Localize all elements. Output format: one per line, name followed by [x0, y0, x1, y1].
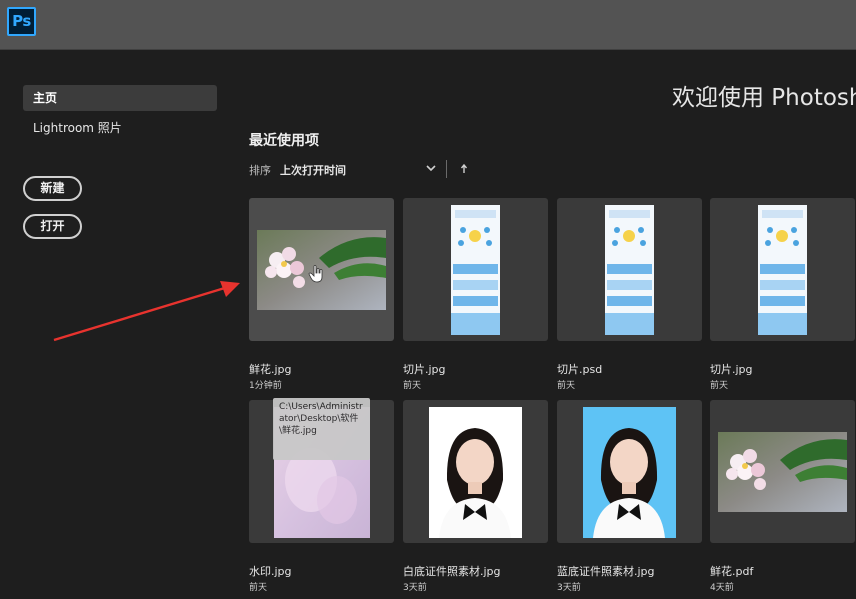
- sort-label: 排序: [249, 164, 271, 177]
- sort-dropdown[interactable]: 上次打开时间: [280, 162, 346, 178]
- top-bar: Ps: [0, 0, 856, 50]
- file-time: 前天: [403, 381, 422, 391]
- flower-pdf-thumbnail: [718, 432, 847, 512]
- file-name: 切片.jpg: [403, 363, 446, 376]
- file-time: 前天: [249, 583, 268, 593]
- file-path-tooltip: C:\Users\Administrator\Desktop\软件\鲜花.jpg: [273, 398, 370, 460]
- file-name: 蓝底证件照素材.jpg: [557, 565, 655, 578]
- recent-file-card[interactable]: [557, 400, 702, 543]
- file-name: 切片.jpg: [710, 363, 753, 376]
- sidebar-item-home[interactable]: 主页: [23, 85, 217, 111]
- blue-id-photo-thumbnail: [583, 407, 676, 538]
- annotation-arrow-icon: [53, 281, 240, 342]
- recent-file-card[interactable]: [403, 400, 548, 543]
- file-name: 水印.jpg: [249, 565, 292, 578]
- recent-file-card[interactable]: [710, 400, 855, 543]
- file-time: 3天前: [557, 583, 581, 593]
- file-name: 切片.psd: [557, 363, 603, 376]
- welcome-title: 欢迎使用 Photoshop: [672, 85, 856, 111]
- recent-title: 最近使用项: [249, 133, 319, 149]
- open-button[interactable]: 打开: [23, 214, 82, 239]
- white-id-photo-thumbnail: [429, 407, 522, 538]
- file-name: 鲜花.jpg: [249, 363, 292, 376]
- infographic-thumbnail: [605, 205, 654, 335]
- file-time: 1分钟前: [249, 381, 282, 391]
- file-time: 前天: [557, 381, 576, 391]
- hand-cursor-icon: [308, 265, 323, 283]
- file-name: 白底证件照素材.jpg: [403, 565, 501, 578]
- sort-divider: [446, 160, 447, 178]
- recent-file-card[interactable]: [557, 198, 702, 341]
- recent-file-card[interactable]: [710, 198, 855, 341]
- photoshop-logo: Ps: [7, 7, 36, 36]
- file-name: 鲜花.pdf: [710, 565, 754, 578]
- sort-direction-icon[interactable]: [458, 162, 470, 176]
- recent-file-card[interactable]: [403, 198, 548, 341]
- infographic-thumbnail: [758, 205, 807, 335]
- new-button[interactable]: 新建: [23, 176, 82, 201]
- infographic-thumbnail: [451, 205, 500, 335]
- file-time: 3天前: [403, 583, 427, 593]
- file-time: 4天前: [710, 583, 734, 593]
- chevron-down-icon[interactable]: [423, 160, 439, 176]
- file-time: 前天: [710, 381, 729, 391]
- sidebar-item-lightroom[interactable]: Lightroom 照片: [23, 115, 217, 141]
